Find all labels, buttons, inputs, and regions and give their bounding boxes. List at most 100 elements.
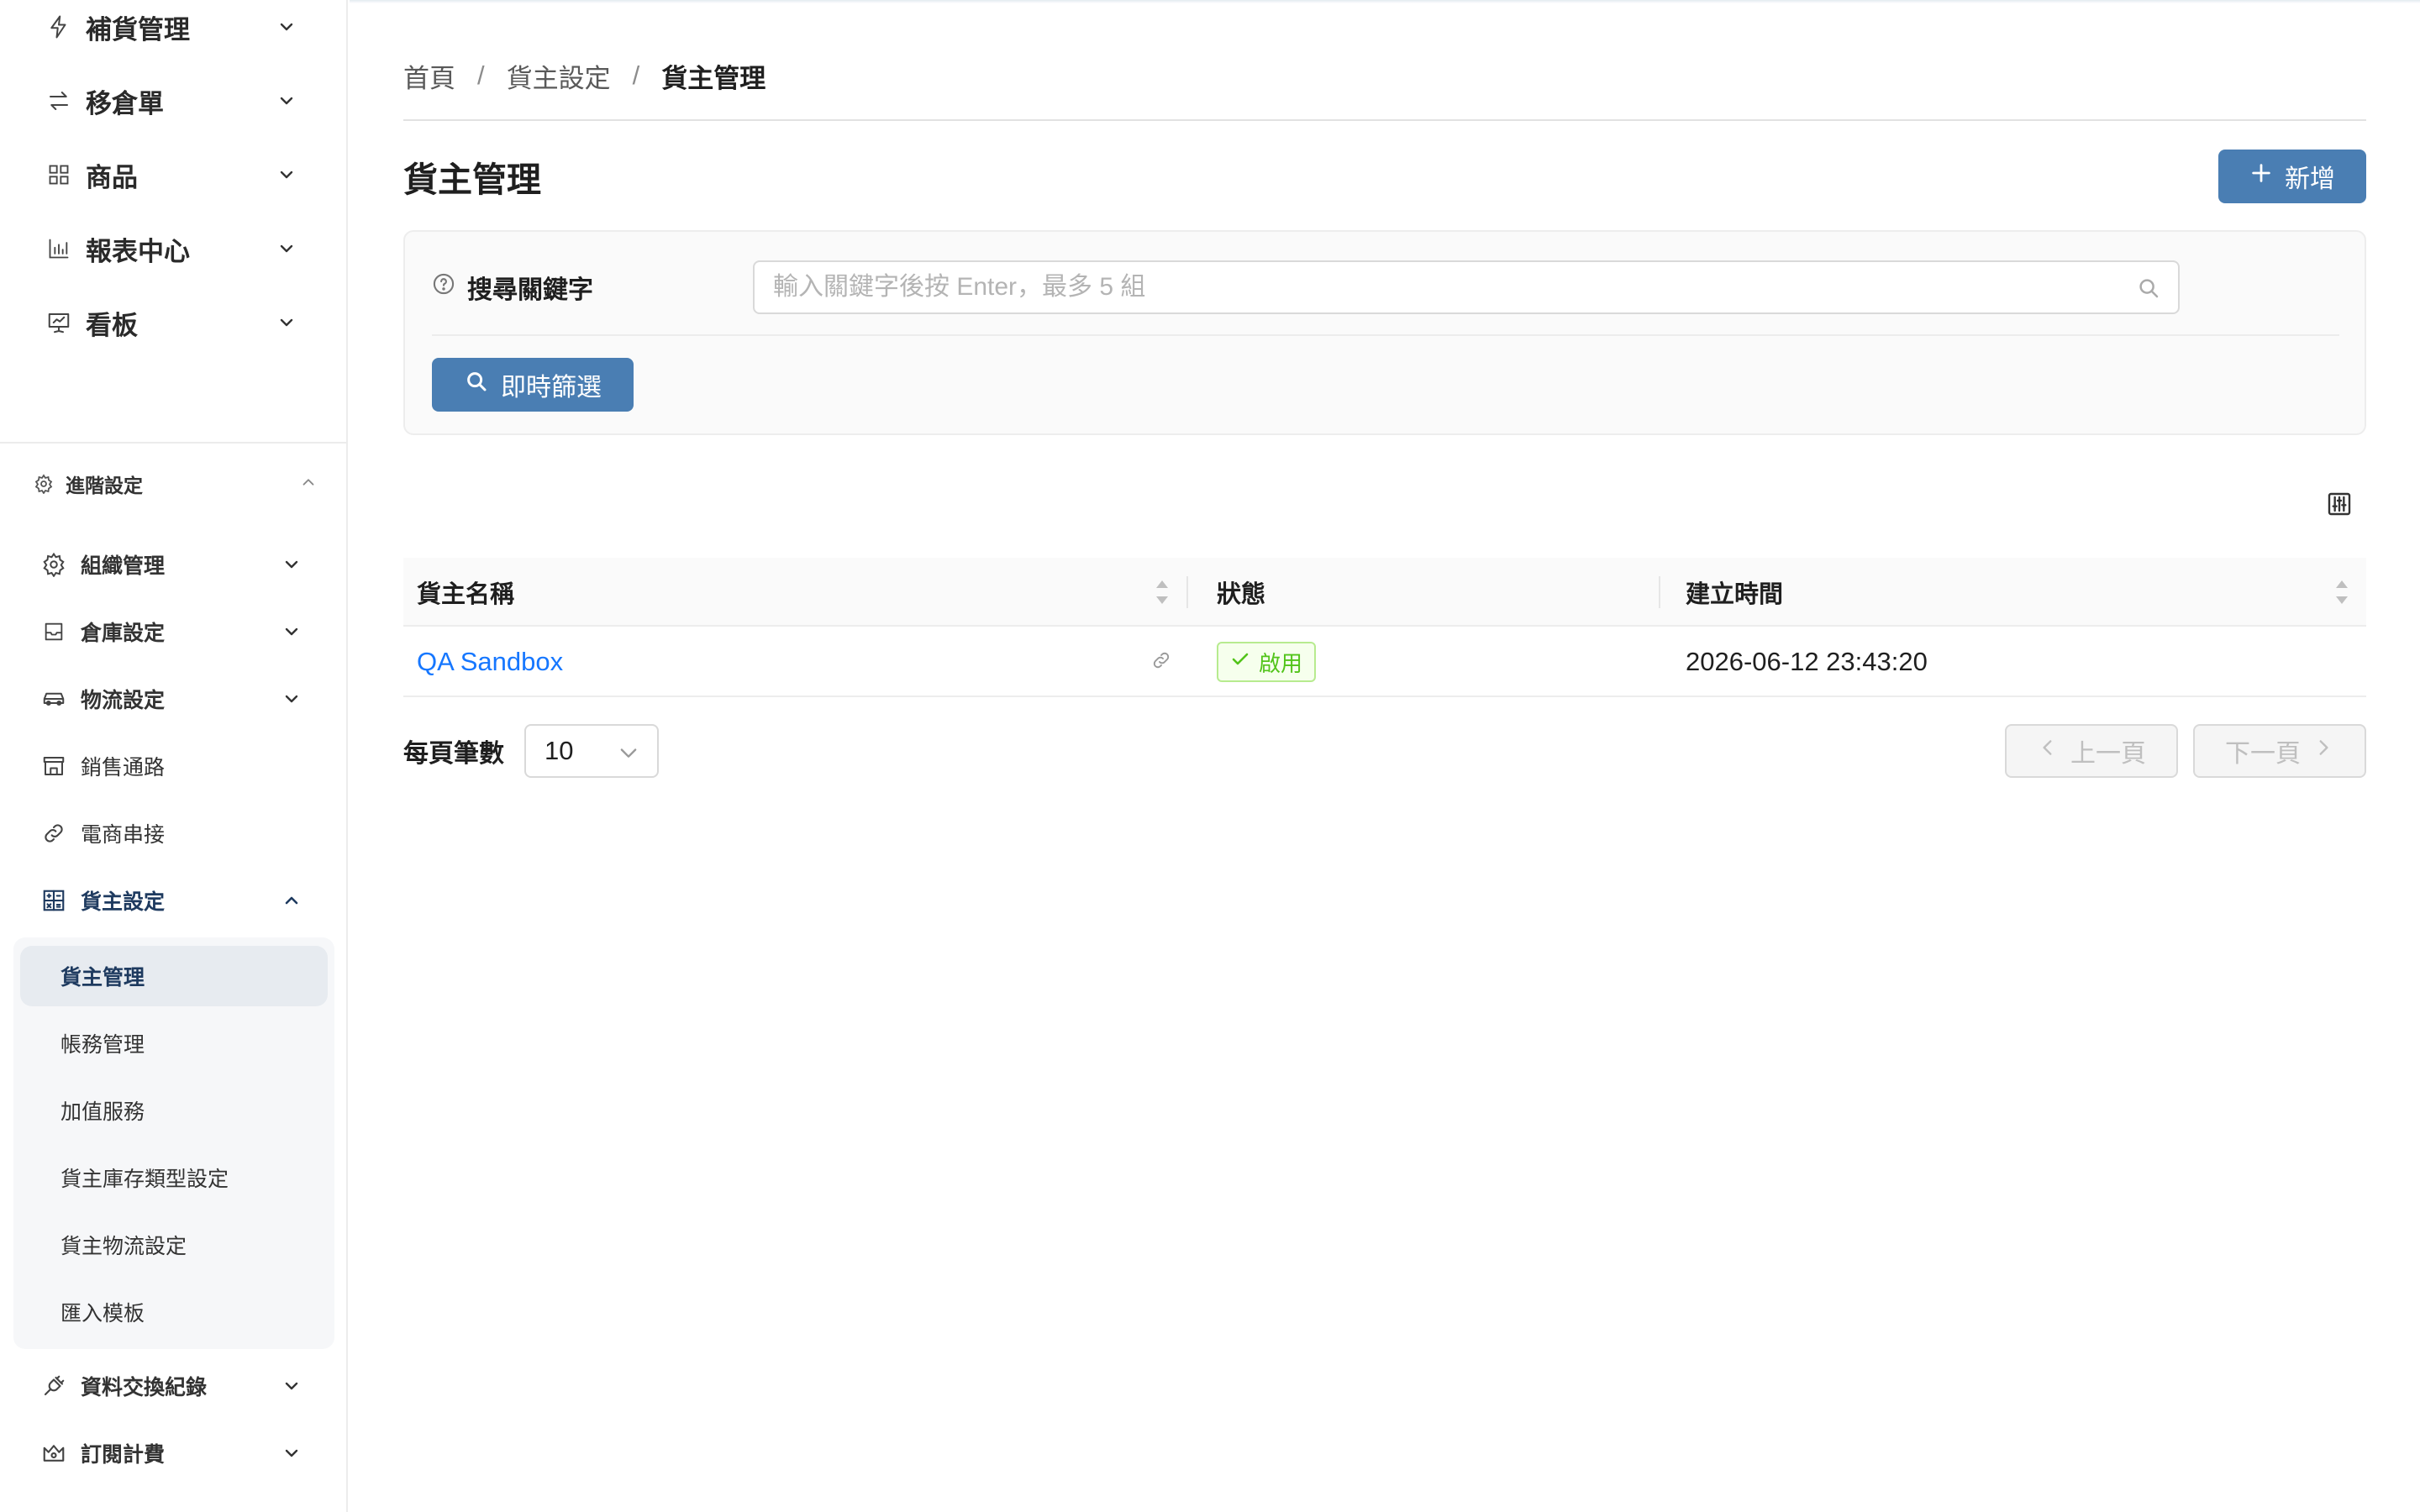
created-at-cell: 2026-06-12 23:43:20 bbox=[1686, 647, 1928, 676]
chevron-left-icon bbox=[2037, 737, 2059, 765]
submenu-item-value-added[interactable]: 加值服務 bbox=[20, 1080, 328, 1141]
table-header: 貨主名稱 狀態 建立時間 bbox=[403, 558, 2366, 627]
column-header-created-at[interactable]: 建立時間 bbox=[1672, 558, 1783, 627]
section-label: 進階設定 bbox=[66, 475, 143, 496]
sidebar-item-label: 訂閱計費 bbox=[81, 1443, 166, 1467]
prev-page-button[interactable]: 上一頁 bbox=[2005, 724, 2178, 778]
sidebar-item-restock[interactable]: 補貨管理 bbox=[40, 2, 301, 52]
owner-name-cell: QA Sandbox bbox=[403, 627, 563, 697]
sidebar-item-subscription[interactable]: 訂閱計費 bbox=[37, 1430, 306, 1477]
breadcrumb-home[interactable]: 首頁 bbox=[403, 57, 455, 95]
breadcrumb-current: 貨主管理 bbox=[661, 63, 766, 93]
chevron-down-icon bbox=[272, 160, 301, 189]
chevron-down-icon bbox=[277, 685, 306, 713]
chevron-down-icon bbox=[272, 13, 301, 41]
page-size-value: 10 bbox=[544, 736, 574, 765]
sidebar-item-label: 貨主設定 bbox=[81, 890, 166, 914]
shop-icon bbox=[37, 749, 71, 783]
sidebar-item-logistics[interactable]: 物流設定 bbox=[37, 675, 306, 722]
filter-button[interactable]: 即時篩選 bbox=[432, 358, 634, 412]
search-field bbox=[753, 260, 2180, 314]
sidebar-item-ecommerce[interactable]: 電商串接 bbox=[37, 810, 306, 857]
page-size-select[interactable]: 10 bbox=[524, 724, 659, 778]
owner-name-link[interactable]: QA Sandbox bbox=[417, 647, 563, 677]
breadcrumb: 首頁 / 貨主設定 / 貨主管理 bbox=[403, 57, 765, 94]
next-page-label: 下一頁 bbox=[2225, 740, 2301, 768]
car-icon bbox=[37, 682, 71, 716]
page-size-label: 每頁筆數 bbox=[403, 740, 504, 768]
sidebar-item-label: 移倉單 bbox=[86, 88, 164, 118]
link-icon[interactable] bbox=[1151, 650, 1175, 674]
add-button[interactable]: 新增 bbox=[2218, 150, 2366, 203]
column-header-status: 狀態 bbox=[1217, 581, 1266, 608]
filter-panel: 搜尋關鍵字 即時篩選 bbox=[403, 230, 2366, 435]
sidebar-item-label: 物流設定 bbox=[81, 689, 166, 712]
sidebar-item-label: 商品 bbox=[86, 162, 138, 192]
chevron-down-icon bbox=[272, 87, 301, 115]
sidebar-item-transfer[interactable]: 移倉單 bbox=[40, 76, 301, 126]
sidebar-item-label: 資料交換紀錄 bbox=[81, 1376, 208, 1399]
column-divider bbox=[1186, 576, 1188, 608]
gear-icon bbox=[32, 472, 55, 496]
filter-divider bbox=[432, 334, 2339, 336]
sidebar-item-dashboard[interactable]: 看板 bbox=[40, 297, 301, 348]
sidebar-item-label: 報表中心 bbox=[86, 236, 190, 266]
submenu-item-inventory-type[interactable]: 貨主庫存類型設定 bbox=[20, 1147, 328, 1208]
sidebar-item-products[interactable]: 商品 bbox=[40, 150, 301, 200]
sidebar-item-label: 補貨管理 bbox=[86, 14, 190, 45]
status-cell: 啟用 bbox=[1203, 627, 1317, 697]
search-input[interactable] bbox=[755, 262, 2178, 312]
sidebar-item-label: 組織管理 bbox=[81, 554, 166, 578]
sidebar-item-label: 銷售通路 bbox=[81, 756, 166, 780]
question-circle-icon[interactable] bbox=[432, 272, 455, 302]
chevron-down-icon bbox=[277, 1439, 306, 1467]
chevron-down-icon bbox=[272, 308, 301, 337]
column-header-owner-name[interactable]: 貨主名稱 bbox=[403, 558, 514, 627]
table-row: QA Sandbox 啟用 2026-06-12 23:43:20 bbox=[403, 627, 2366, 697]
app-root: 補貨管理 移倉單 商品 報表中心 看板 進階設定 組織管理 倉庫設定 物流設定 … bbox=[0, 0, 2420, 1512]
page-title: 貨主管理 bbox=[403, 160, 541, 199]
transfer-arrows-icon bbox=[40, 82, 77, 119]
sidebar-item-organization[interactable]: 組織管理 bbox=[37, 541, 306, 588]
lightning-icon bbox=[40, 8, 77, 45]
breadcrumb-owner-settings[interactable]: 貨主設定 bbox=[507, 57, 611, 95]
calculator-icon bbox=[37, 884, 71, 917]
sidebar-section-advanced-settings[interactable]: 進階設定 bbox=[32, 464, 318, 504]
sidebar-item-data-exchange[interactable]: 資料交換紀錄 bbox=[37, 1362, 306, 1410]
sidebar-item-label: 電商串接 bbox=[81, 823, 166, 847]
chevron-down-icon bbox=[277, 617, 306, 646]
sort-icon[interactable] bbox=[1153, 578, 1171, 606]
sort-icon[interactable] bbox=[2333, 578, 2351, 606]
chevron-right-icon bbox=[2312, 737, 2334, 765]
sidebar-item-warehouse[interactable]: 倉庫設定 bbox=[37, 608, 306, 655]
column-settings-button[interactable] bbox=[2323, 489, 2356, 522]
sidebar: 補貨管理 移倉單 商品 報表中心 看板 進階設定 組織管理 倉庫設定 物流設定 … bbox=[0, 0, 348, 1512]
filter-button-label: 即時篩選 bbox=[501, 374, 602, 402]
chevron-up-icon bbox=[299, 473, 318, 496]
submenu-item-owner-management[interactable]: 貨主管理 bbox=[20, 946, 328, 1006]
chevron-up-icon bbox=[277, 886, 306, 915]
check-icon bbox=[1230, 649, 1250, 675]
submenu-item-billing[interactable]: 帳務管理 bbox=[20, 1013, 328, 1074]
plus-icon bbox=[2249, 161, 2273, 192]
chevron-down-icon bbox=[617, 741, 640, 764]
filter-label: 搜尋關鍵字 bbox=[432, 269, 593, 306]
sidebar-item-sales-channel[interactable]: 銷售通路 bbox=[37, 743, 306, 790]
api-plug-icon bbox=[37, 1369, 71, 1403]
submenu-item-import-template[interactable]: 匯入模板 bbox=[20, 1282, 328, 1342]
chevron-down-icon bbox=[272, 234, 301, 263]
presentation-icon bbox=[40, 304, 77, 341]
breadcrumb-divider bbox=[403, 119, 2366, 121]
gear-icon bbox=[37, 548, 71, 581]
sidebar-item-owner-settings[interactable]: 貨主設定 bbox=[37, 877, 306, 924]
sliders-icon bbox=[2326, 491, 2353, 522]
header-shadow bbox=[350, 0, 2420, 3]
add-button-label: 新增 bbox=[2285, 165, 2335, 193]
crown-icon bbox=[37, 1436, 71, 1470]
breadcrumb-separator: / bbox=[632, 60, 640, 90]
chevron-down-icon bbox=[277, 550, 306, 579]
sidebar-item-reports[interactable]: 報表中心 bbox=[40, 223, 301, 274]
chevron-down-icon bbox=[277, 1372, 306, 1400]
next-page-button[interactable]: 下一頁 bbox=[2193, 724, 2366, 778]
submenu-item-owner-logistics[interactable]: 貨主物流設定 bbox=[20, 1215, 328, 1275]
